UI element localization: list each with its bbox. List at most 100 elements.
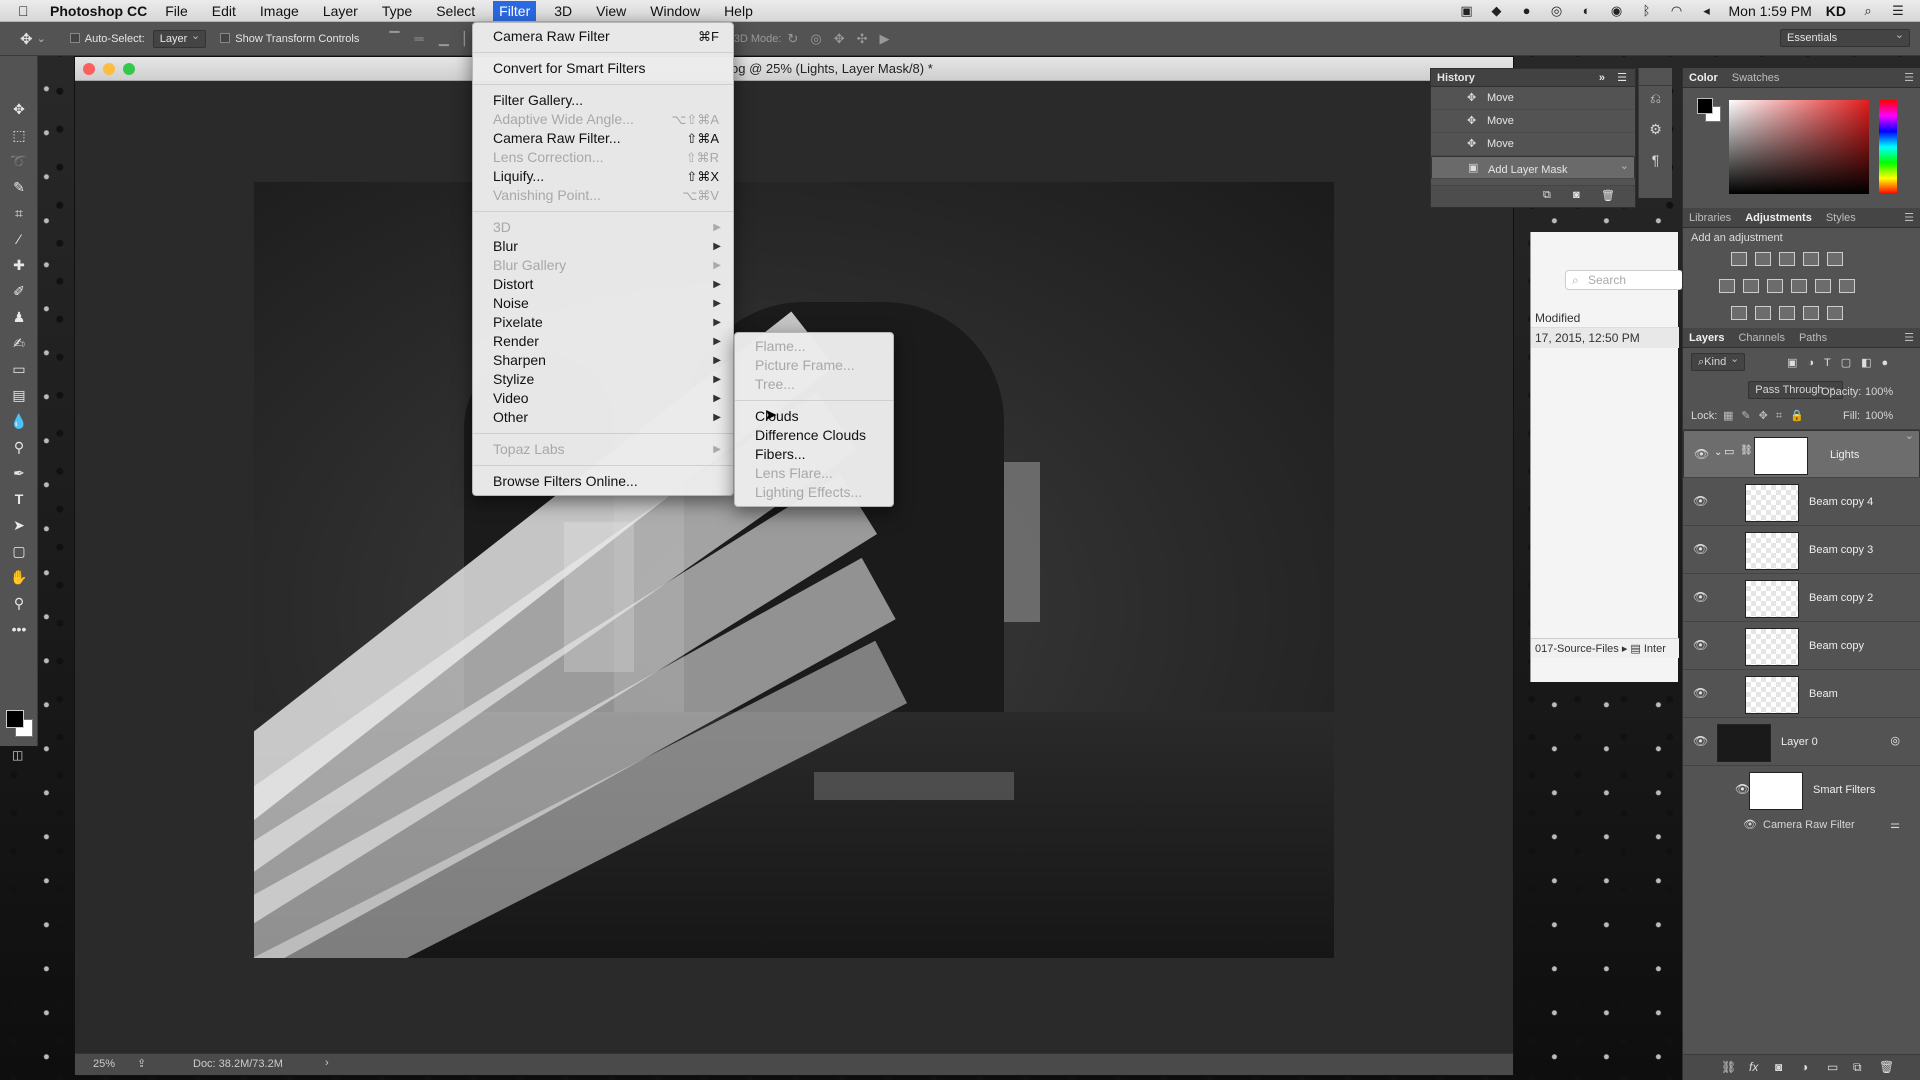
visibility-eye-icon[interactable]: 👁 [1694, 447, 1709, 461]
filter-menu-item[interactable]: Render ▶ [473, 332, 733, 351]
brightness-contrast-icon[interactable] [1731, 252, 1747, 266]
dropbox-icon[interactable]: ◆ [1489, 4, 1505, 18]
auto-select-dropdown[interactable]: Layer [152, 29, 207, 48]
history-brush-tool-icon[interactable]: ✍ [0, 330, 38, 356]
document-size[interactable]: Doc: 38.2M/73.2M [193, 1058, 283, 1070]
visibility-eye-icon[interactable]: 👁 [1735, 782, 1750, 796]
camera-raw-filter-row[interactable]: 👁 Camera Raw Filter ⚌ [1683, 814, 1920, 838]
dodge-tool-icon[interactable]: ⚲ [0, 434, 38, 460]
layer-kind-filter[interactable]: ⌕Kind [1691, 353, 1746, 371]
layer-thumbnail[interactable] [1745, 484, 1799, 522]
filter-menu-item[interactable]: Video ▶ [473, 389, 733, 408]
delete-layer-icon[interactable]: 🗑 [1879, 1060, 1894, 1074]
panel-menu-icon[interactable]: ☰ [1904, 211, 1914, 224]
layer-row[interactable]: 👁 ⌄ ▭ ⛓ Lights [1683, 429, 1920, 478]
show-transform-checkbox[interactable] [220, 32, 235, 45]
menu-help[interactable]: Help [718, 1, 759, 21]
layer-name[interactable]: Beam copy 2 [1809, 592, 1873, 604]
finder-search-field[interactable]: ⌕ Search [1565, 270, 1683, 290]
menubar-user[interactable]: KD [1826, 3, 1846, 19]
history-step[interactable]: ✥ Move [1431, 110, 1635, 133]
filter-menu-item[interactable]: Pixelate ▶ [473, 313, 733, 332]
smart-filter-mask-thumbnail[interactable] [1749, 772, 1803, 810]
selective-color-icon[interactable] [1803, 306, 1819, 320]
panel-menu-icon[interactable]: ☰ [1904, 71, 1914, 84]
tab-color[interactable]: Color [1689, 72, 1718, 84]
filter-menu-item[interactable]: Convert for Smart Filters [473, 59, 733, 78]
tab-layers[interactable]: Layers [1689, 332, 1724, 344]
new-document-from-state-icon[interactable]: ⧉ [1543, 189, 1551, 202]
black-white-icon[interactable] [1767, 279, 1783, 293]
history-panel-icon[interactable]: ⎌ [1639, 86, 1672, 107]
rectangle-tool-icon[interactable]: ▢ [0, 538, 38, 564]
history-panel-header[interactable]: History » ☰ [1431, 69, 1635, 87]
layer-row[interactable]: 👁 Beam copy 2 [1683, 574, 1920, 622]
tab-libraries[interactable]: Libraries [1689, 212, 1731, 224]
document-title-bar[interactable]: og @ 25% (Lights, Layer Mask/8) * [75, 57, 1513, 81]
panel-collapse-icon[interactable]: » [1599, 69, 1605, 87]
layer-thumbnail[interactable] [1745, 580, 1799, 618]
channel-mixer-icon[interactable] [1815, 279, 1831, 293]
layer-name[interactable]: Beam [1809, 688, 1838, 700]
share-icon[interactable]: ⇪ [137, 1057, 146, 1070]
levels-icon[interactable] [1755, 252, 1771, 266]
menu-view[interactable]: View [590, 1, 632, 21]
filter-menu-item[interactable]: Sharpen ▶ [473, 351, 733, 370]
quick-select-tool-icon[interactable]: ✎ [0, 174, 38, 200]
group-expand-icon[interactable]: ⌄ [1714, 447, 1722, 458]
layer-name[interactable]: Lights [1830, 449, 1859, 461]
finder-path-item[interactable]: Inter [1644, 643, 1666, 655]
filter-menu-item[interactable]: Distort ▶ [473, 275, 733, 294]
eraser-tool-icon[interactable]: ▭ [0, 356, 38, 382]
finder-column-header[interactable]: Modified [1531, 308, 1679, 328]
filter-menu-item[interactable]: Camera Raw Filter... ⇧⌘A [473, 129, 733, 148]
volume-icon[interactable]: ◂ [1699, 4, 1715, 18]
visibility-eye-icon[interactable]: 👁 [1693, 734, 1708, 748]
link-icon[interactable]: ⛓ [1740, 445, 1753, 456]
align-top-icon[interactable]: ▔ [389, 31, 399, 46]
photo-filter-icon[interactable] [1791, 279, 1807, 293]
eye-menu-icon[interactable]: ◉ [1609, 4, 1625, 18]
properties-panel-icon[interactable]: ⚙ [1639, 107, 1672, 138]
opacity-value[interactable]: 100% [1865, 386, 1893, 398]
visibility-eye-icon[interactable]: 👁 [1693, 542, 1708, 556]
quick-mask-icon[interactable]: ◫ [12, 748, 23, 762]
hue-saturation-icon[interactable] [1719, 279, 1735, 293]
zoom-level[interactable]: 25% [93, 1058, 115, 1070]
time-machine-icon[interactable]: ◐ [1579, 4, 1595, 18]
color-balance-icon[interactable] [1743, 279, 1759, 293]
new-group-icon[interactable]: ▭ [1827, 1060, 1838, 1074]
history-step[interactable]: ▣ Add Layer Mask [1431, 155, 1635, 179]
tab-swatches[interactable]: Swatches [1732, 72, 1780, 84]
blur-tool-icon[interactable]: 💧 [0, 408, 38, 434]
posterize-icon[interactable] [1755, 306, 1771, 320]
app-name-menu[interactable]: Photoshop CC [50, 3, 147, 19]
move-tool-preset-icon[interactable]: ✥ [20, 30, 33, 48]
preset-dropdown-icon[interactable]: ⌄ [37, 32, 46, 45]
link-layers-icon[interactable]: ⛓ [1721, 1060, 1736, 1074]
gradient-map-icon[interactable] [1827, 306, 1843, 320]
character-panel-icon[interactable]: ¶ [1639, 138, 1672, 168]
apple-icon[interactable]:  [18, 3, 40, 19]
brush-tool-icon[interactable]: ✐ [0, 278, 38, 304]
visibility-eye-icon[interactable]: 👁 [1693, 638, 1708, 652]
menu-file[interactable]: File [159, 1, 194, 21]
trash-icon[interactable]: 🗑 [1601, 189, 1615, 202]
type-tool-icon[interactable]: T [0, 486, 38, 512]
smart-filter-options-icon[interactable]: ◎ [1890, 734, 1900, 747]
finder-path-item[interactable]: 017-Source-Files [1535, 643, 1619, 655]
add-mask-icon[interactable]: ◙ [1775, 1060, 1782, 1074]
align-bottom-icon[interactable]: ▁ [439, 31, 449, 46]
3d-pan-icon[interactable]: ✥ [834, 31, 845, 47]
filter-menu-item[interactable]: Other ▶ [473, 408, 733, 427]
healing-brush-tool-icon[interactable]: ✚ [0, 252, 38, 278]
layer-row[interactable]: 👁 Beam copy 4 [1683, 478, 1920, 526]
bluetooth-icon[interactable]: ᛒ [1639, 4, 1655, 18]
saturation-brightness-field[interactable] [1729, 100, 1869, 194]
spotlight-search-icon[interactable]: ⌕ [1860, 4, 1876, 18]
3d-scale-icon[interactable]: ▶ [880, 31, 890, 47]
more-tools-icon[interactable]: ••• [0, 616, 38, 642]
menu-image[interactable]: Image [254, 1, 305, 21]
adjustment-layer-icon[interactable]: ◑ [1801, 1060, 1808, 1074]
menu-select[interactable]: Select [430, 1, 481, 21]
